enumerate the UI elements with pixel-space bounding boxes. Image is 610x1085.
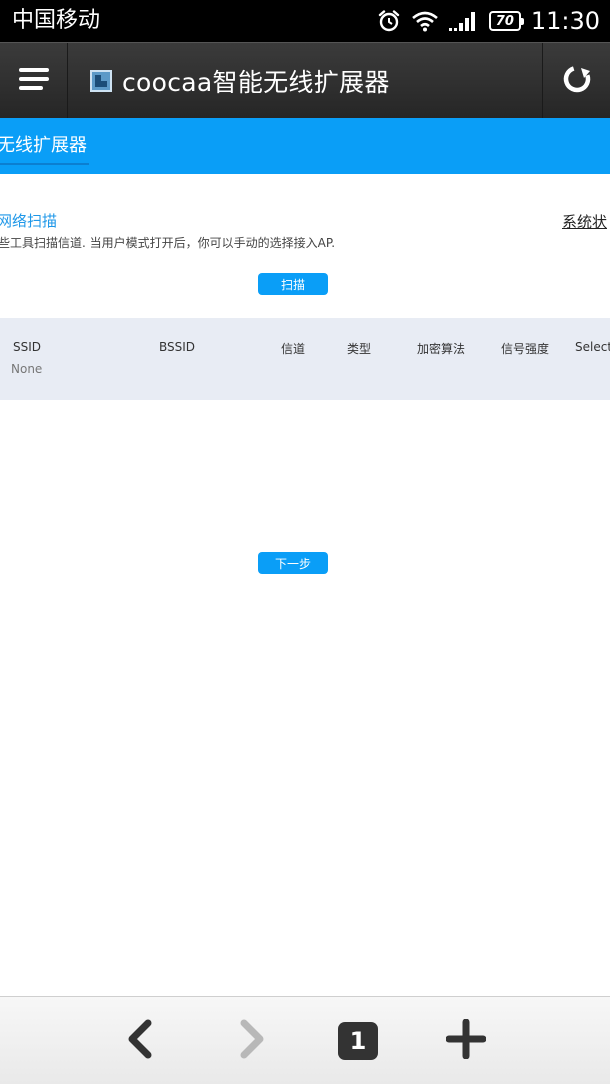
system-status-link[interactable]: 系统状 [562, 211, 607, 232]
wifi-icon [411, 10, 439, 32]
column-header-signal-strength: 信号强度 [501, 342, 550, 356]
column-header-encryption: 加密算法 [417, 342, 466, 356]
refresh-button[interactable] [542, 43, 610, 119]
tabs-button[interactable]: 1 [318, 997, 398, 1085]
column-header-type: 类型 [347, 342, 372, 356]
column-header-select: Select [575, 340, 610, 354]
back-button[interactable] [100, 997, 180, 1085]
forward-button[interactable] [212, 997, 292, 1085]
menu-button[interactable] [0, 43, 68, 119]
browser-title-bar: coocaa智能无线扩展器 [0, 42, 610, 119]
next-step-button[interactable]: 下一步 [258, 552, 328, 574]
hamburger-icon [18, 67, 49, 95]
signal-icon [448, 10, 479, 32]
section-description: 些工具扫描信道. 当用户模式打开后，你可以手动的选择接入AP. [0, 236, 336, 250]
page-header-title: 无线扩展器 [0, 131, 89, 165]
empty-row-value: None [11, 362, 43, 376]
browser-bottom-bar: 1 [0, 996, 610, 1084]
alarm-icon [377, 9, 401, 33]
section-title: 网络扫描 [0, 212, 58, 230]
battery-level: 70 [495, 13, 514, 29]
tab-count-badge: 1 [338, 1022, 378, 1060]
new-tab-button[interactable] [426, 997, 506, 1085]
column-header-channel: 信道 [281, 342, 306, 356]
page-title-area[interactable]: coocaa智能无线扩展器 [90, 43, 390, 119]
scan-button[interactable]: 扫描 [258, 273, 328, 295]
column-header-bssid: BSSID [159, 340, 196, 354]
refresh-icon [562, 64, 592, 98]
status-icons: 70 11:30 [367, 6, 600, 36]
scan-results-table: SSID BSSID 信道 类型 加密算法 信号强度 Select None [0, 318, 610, 400]
site-favicon-icon [90, 70, 112, 92]
page-title: coocaa智能无线扩展器 [122, 68, 390, 97]
clock: 11:30 [530, 7, 600, 35]
battery-icon: 70 [488, 11, 524, 31]
column-header-ssid: SSID [13, 340, 42, 354]
chevron-right-icon [238, 1019, 266, 1063]
status-bar: 中国移动 70 11:30 [0, 0, 610, 42]
chevron-left-icon [126, 1019, 154, 1063]
plus-icon [445, 1018, 487, 1063]
page-header-band: 无线扩展器 [0, 118, 610, 174]
carrier-name: 中国移动 [12, 8, 101, 33]
